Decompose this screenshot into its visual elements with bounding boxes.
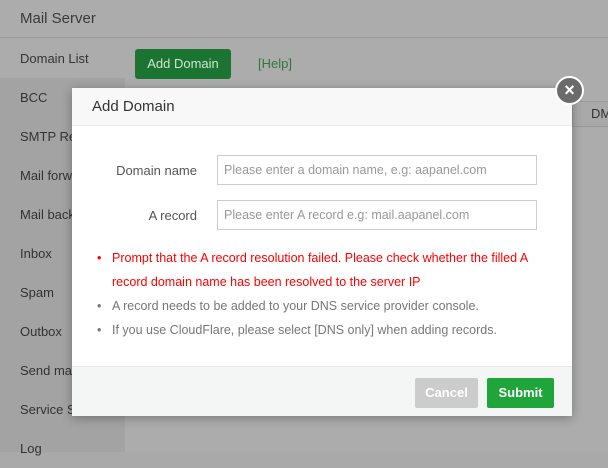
tips-list: Prompt that the A record resolution fail…	[97, 246, 557, 342]
a-record-input[interactable]	[217, 200, 537, 230]
page-title: Mail Server	[20, 10, 96, 27]
close-icon[interactable]: ×	[555, 76, 584, 105]
domain-name-label: Domain name	[116, 163, 197, 178]
error-tip: Prompt that the A record resolution fail…	[97, 246, 557, 294]
dns-tab[interactable]: DM	[572, 101, 608, 127]
dialog-footer: Cancel Submit	[72, 366, 572, 416]
submit-button[interactable]: Submit	[487, 378, 554, 408]
sidebar-item-domain-list[interactable]: Domain List	[0, 39, 125, 78]
dialog-title: Add Domain	[72, 88, 572, 126]
add-domain-button[interactable]: Add Domain	[135, 49, 231, 79]
page-header: Mail Server	[0, 0, 608, 38]
help-link[interactable]: [Help]	[258, 56, 292, 71]
add-domain-dialog: Add Domain Domain name A record Prompt t…	[72, 88, 572, 416]
domain-name-input[interactable]	[217, 155, 537, 185]
a-record-row: A record	[72, 200, 572, 230]
a-record-label: A record	[148, 208, 197, 223]
domain-name-row: Domain name	[72, 155, 572, 185]
tip: A record needs to be added to your DNS s…	[97, 294, 557, 318]
sidebar-item-log[interactable]: Log	[0, 429, 125, 468]
cancel-button[interactable]: Cancel	[415, 378, 478, 408]
tip: If you use CloudFlare, please select [DN…	[97, 318, 557, 342]
